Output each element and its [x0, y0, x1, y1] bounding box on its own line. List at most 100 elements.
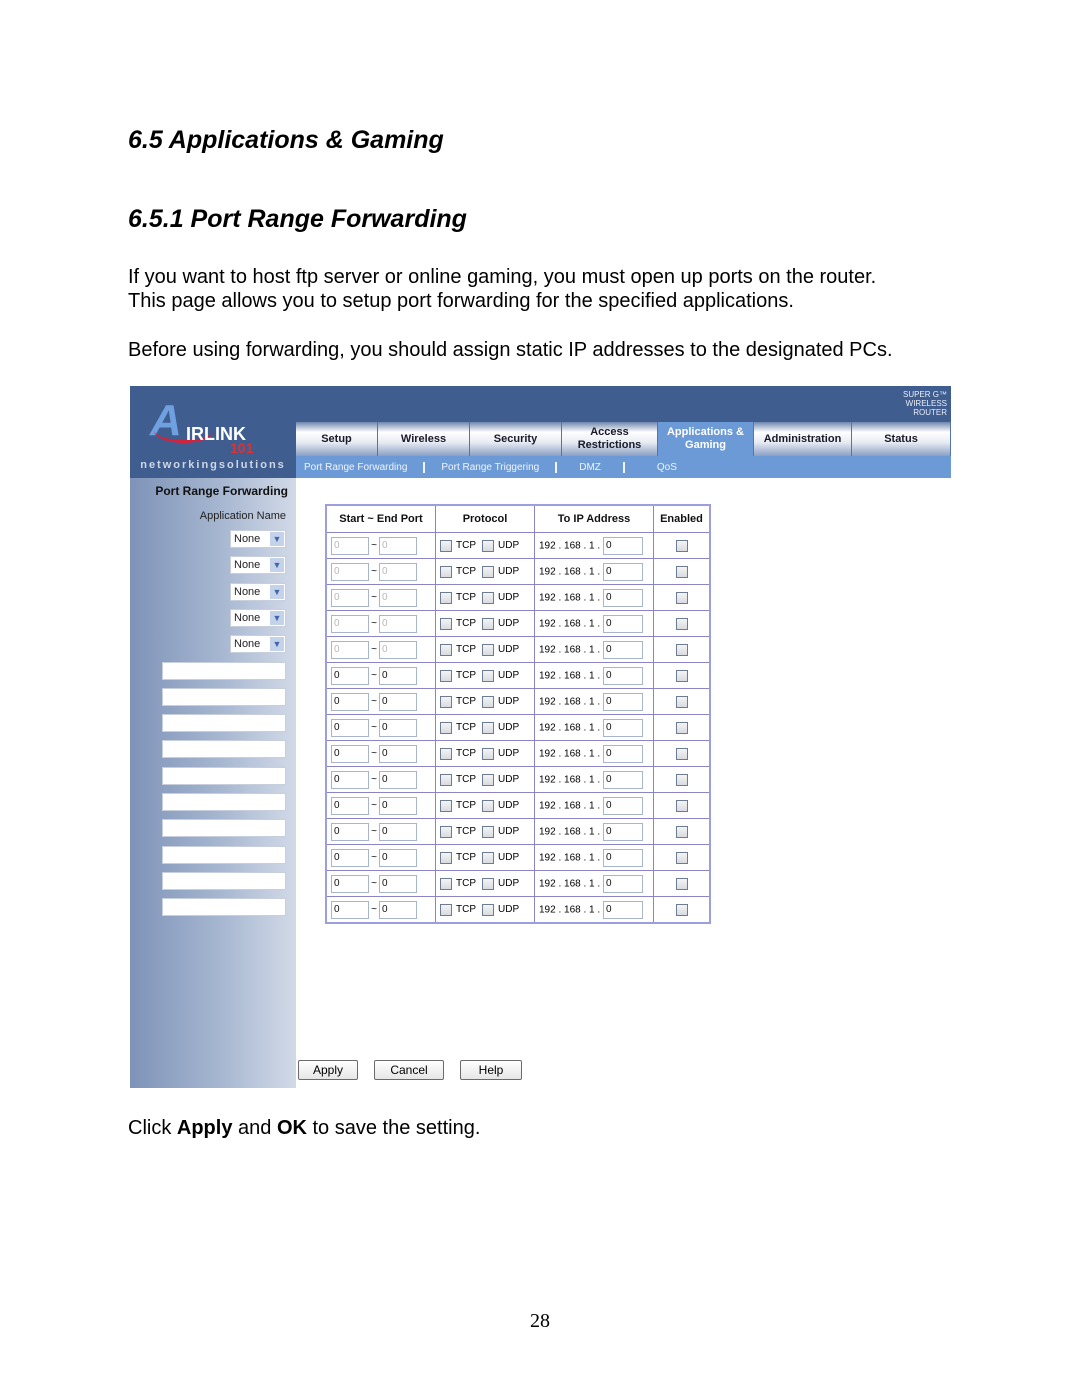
tcp-checkbox[interactable]	[440, 539, 452, 552]
help-button[interactable]: Help	[460, 1060, 522, 1080]
tcp-checkbox[interactable]	[440, 617, 452, 630]
end-port-input[interactable]: 0	[379, 640, 417, 659]
enabled-checkbox[interactable]	[675, 903, 688, 916]
udp-checkbox[interactable]	[482, 669, 494, 682]
end-port-input[interactable]: 0	[379, 848, 417, 867]
start-port-input[interactable]: 0	[331, 874, 369, 893]
start-port-input[interactable]: 0	[331, 536, 369, 555]
tcp-checkbox[interactable]	[440, 773, 452, 786]
enabled-checkbox[interactable]	[675, 825, 688, 838]
tab-applications-gaming[interactable]: Applications & Gaming	[658, 422, 754, 456]
udp-checkbox[interactable]	[482, 591, 494, 604]
udp-checkbox[interactable]	[482, 721, 494, 734]
end-port-input[interactable]: 0	[379, 666, 417, 685]
tcp-checkbox[interactable]	[440, 565, 452, 578]
enabled-checkbox[interactable]	[675, 591, 688, 604]
ip-last-octet-input[interactable]: 0	[602, 874, 643, 893]
application-name-input[interactable]	[162, 845, 286, 864]
ip-last-octet-input[interactable]: 0	[602, 536, 643, 555]
application-select[interactable]: None ▼	[230, 530, 286, 548]
tcp-checkbox[interactable]	[440, 825, 452, 838]
tcp-checkbox[interactable]	[440, 851, 452, 864]
udp-checkbox[interactable]	[482, 773, 494, 786]
enabled-checkbox[interactable]	[675, 799, 688, 812]
enabled-checkbox[interactable]	[675, 877, 688, 890]
application-name-input[interactable]	[162, 766, 286, 785]
udp-checkbox[interactable]	[482, 539, 494, 552]
chevron-down-icon[interactable]: ▼	[270, 584, 284, 599]
enabled-checkbox[interactable]	[675, 617, 688, 630]
ip-last-octet-input[interactable]: 0	[602, 900, 643, 919]
start-port-input[interactable]: 0	[331, 744, 369, 763]
start-port-input[interactable]: 0	[331, 562, 369, 581]
tcp-checkbox[interactable]	[440, 799, 452, 812]
start-port-input[interactable]: 0	[331, 822, 369, 841]
tcp-checkbox[interactable]	[440, 903, 452, 916]
udp-checkbox[interactable]	[482, 903, 494, 916]
end-port-input[interactable]: 0	[379, 718, 417, 737]
subnav-dmz[interactable]: DMZ	[565, 462, 615, 473]
udp-checkbox[interactable]	[482, 851, 494, 864]
chevron-down-icon[interactable]: ▼	[270, 532, 284, 546]
tab-setup[interactable]: Setup	[296, 422, 378, 456]
ip-last-octet-input[interactable]: 0	[602, 640, 643, 659]
end-port-input[interactable]: 0	[379, 692, 417, 711]
enabled-checkbox[interactable]	[675, 643, 688, 656]
tcp-checkbox[interactable]	[440, 721, 452, 734]
application-select[interactable]: None ▼	[230, 582, 286, 601]
start-port-input[interactable]: 0	[331, 900, 369, 919]
chevron-down-icon[interactable]: ▼	[270, 558, 284, 573]
start-port-input[interactable]: 0	[331, 640, 369, 659]
application-name-input[interactable]	[162, 714, 286, 733]
start-port-input[interactable]: 0	[331, 692, 369, 711]
enabled-checkbox[interactable]	[675, 539, 688, 552]
start-port-input[interactable]: 0	[331, 848, 369, 867]
start-port-input[interactable]: 0	[331, 588, 369, 607]
ip-last-octet-input[interactable]: 0	[602, 692, 643, 711]
ip-last-octet-input[interactable]: 0	[602, 770, 643, 789]
udp-checkbox[interactable]	[482, 695, 494, 708]
ip-last-octet-input[interactable]: 0	[602, 718, 643, 737]
tcp-checkbox[interactable]	[440, 643, 452, 656]
ip-last-octet-input[interactable]: 0	[602, 822, 643, 841]
chevron-down-icon[interactable]: ▼	[270, 637, 284, 652]
start-port-input[interactable]: 0	[331, 718, 369, 737]
ip-last-octet-input[interactable]: 0	[602, 848, 643, 867]
tcp-checkbox[interactable]	[440, 695, 452, 708]
end-port-input[interactable]: 0	[379, 770, 417, 789]
application-select[interactable]: None ▼	[230, 608, 286, 627]
tcp-checkbox[interactable]	[440, 669, 452, 682]
enabled-checkbox[interactable]	[675, 565, 688, 578]
udp-checkbox[interactable]	[482, 799, 494, 812]
udp-checkbox[interactable]	[482, 565, 494, 578]
cancel-button[interactable]: Cancel	[374, 1060, 444, 1080]
end-port-input[interactable]: 0	[379, 874, 417, 893]
tcp-checkbox[interactable]	[440, 591, 452, 604]
application-select[interactable]: None ▼	[230, 556, 286, 575]
application-name-input[interactable]	[162, 871, 286, 890]
end-port-input[interactable]: 0	[379, 536, 417, 555]
udp-checkbox[interactable]	[482, 825, 494, 838]
udp-checkbox[interactable]	[482, 643, 494, 656]
end-port-input[interactable]: 0	[379, 588, 417, 607]
ip-last-octet-input[interactable]: 0	[602, 614, 643, 633]
ip-last-octet-input[interactable]: 0	[602, 666, 643, 685]
application-name-input[interactable]	[162, 740, 286, 759]
subnav-qos[interactable]: QoS	[633, 462, 701, 473]
tab-access-restrictions[interactable]: Access Restrictions	[562, 422, 658, 456]
application-name-input[interactable]	[162, 819, 286, 838]
enabled-checkbox[interactable]	[675, 695, 688, 708]
ip-last-octet-input[interactable]: 0	[602, 744, 643, 763]
application-name-input[interactable]	[162, 793, 286, 811]
tcp-checkbox[interactable]	[440, 877, 452, 890]
enabled-checkbox[interactable]	[675, 721, 688, 734]
udp-checkbox[interactable]	[482, 877, 494, 890]
start-port-input[interactable]: 0	[331, 770, 369, 789]
application-name-input[interactable]	[162, 898, 286, 917]
application-name-input[interactable]	[162, 687, 286, 706]
enabled-checkbox[interactable]	[675, 747, 688, 760]
tab-wireless[interactable]: Wireless	[378, 422, 470, 456]
enabled-checkbox[interactable]	[675, 669, 688, 682]
udp-checkbox[interactable]	[482, 747, 494, 760]
end-port-input[interactable]: 0	[379, 796, 417, 815]
